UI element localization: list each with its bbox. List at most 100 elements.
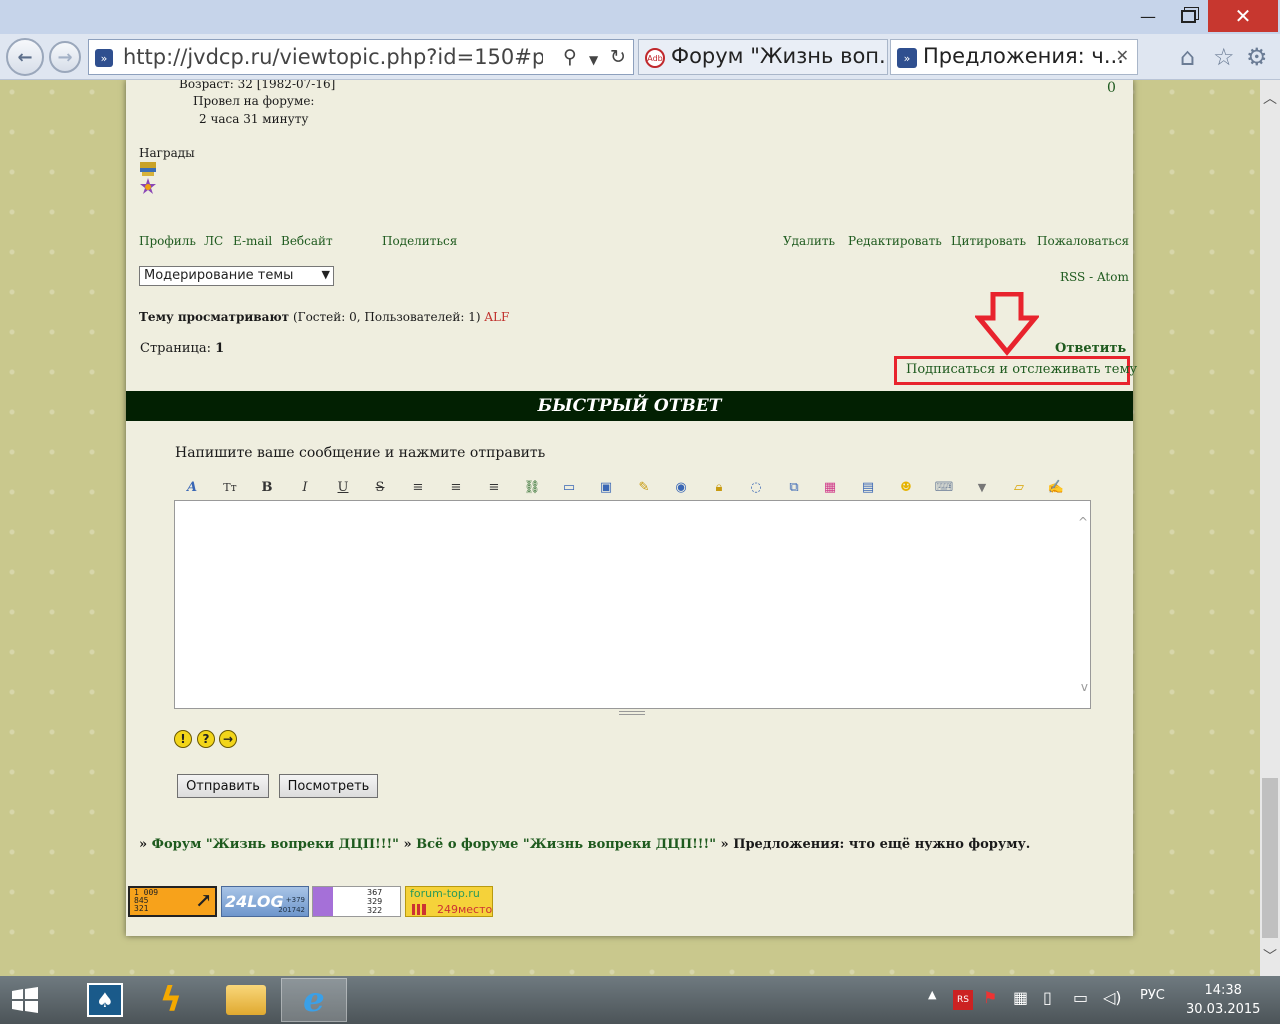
editor-scroll-down-icon[interactable]: v: [1081, 680, 1088, 694]
scrollbar-thumb[interactable]: [1262, 778, 1278, 938]
align-right-icon[interactable]: ≡: [484, 478, 504, 496]
warning-icon[interactable]: !: [174, 730, 192, 748]
cards-icon: ♠: [87, 983, 123, 1017]
strikethrough-icon[interactable]: S: [370, 478, 390, 496]
image-icon[interactable]: ▣: [596, 478, 616, 496]
media-icon[interactable]: ◉: [671, 478, 691, 496]
back-button[interactable]: ←: [6, 38, 44, 76]
resize-grip[interactable]: [619, 711, 645, 715]
quote-bubble-icon[interactable]: ◌: [746, 478, 766, 496]
device-icon[interactable]: ▯: [1043, 988, 1052, 1007]
scroll-down-icon[interactable]: ﹀: [1263, 946, 1277, 966]
pagination-label: Страница:: [140, 341, 212, 356]
smiley-icon[interactable]: ☻: [896, 478, 916, 496]
email-link[interactable]: E-mail: [233, 234, 272, 248]
arrow-right-icon[interactable]: →: [219, 730, 237, 748]
report-link[interactable]: Пожаловаться: [1037, 234, 1129, 248]
website-link[interactable]: Вебсайт: [281, 234, 333, 248]
forward-button[interactable]: →: [49, 41, 81, 73]
dropdown-icon[interactable]: ▼: [589, 53, 598, 67]
forum-top-counter[interactable]: forum-top.ru 249место: [405, 886, 493, 917]
align-left-icon[interactable]: ≡: [408, 478, 428, 496]
network-icon[interactable]: ▭: [1073, 988, 1088, 1007]
close-window-button[interactable]: ✕: [1208, 0, 1278, 32]
font-color-icon[interactable]: A: [182, 478, 202, 496]
page-scrollbar[interactable]: ︿ ﹀: [1260, 80, 1280, 976]
pm-link[interactable]: ЛС: [204, 234, 223, 248]
rss-link[interactable]: RSS - Atom: [1060, 270, 1129, 284]
breadcrumb-sep: »: [720, 837, 729, 852]
color-palette-icon[interactable]: ▦: [820, 478, 840, 496]
home-icon[interactable]: ⌂: [1180, 43, 1195, 71]
reply-link[interactable]: Ответить: [1055, 341, 1126, 356]
winamp-app[interactable]: ϟ: [138, 978, 204, 1022]
folder-icon[interactable]: ▱: [1009, 478, 1029, 496]
clock[interactable]: 14:38 30.03.2015: [1186, 981, 1260, 1019]
chevron-down-icon: ▼: [321, 268, 330, 281]
liveinternet-counter[interactable]: 1 009 845 321 ↗: [128, 886, 217, 917]
rs-tray-icon[interactable]: RS: [953, 990, 973, 1010]
align-center-icon[interactable]: ≡: [446, 478, 466, 496]
forum-top-logo: forum-top.ru: [410, 887, 480, 900]
tab-suggestions[interactable]: » Предложения: ч... ✕: [890, 39, 1138, 75]
help-icon[interactable]: ?: [197, 730, 215, 748]
24log-counter[interactable]: 24LOG +379 201742: [221, 886, 309, 917]
action-center-icon[interactable]: ▦: [1013, 988, 1028, 1007]
link-icon[interactable]: ⛓: [522, 478, 542, 496]
flag-tray-icon[interactable]: ⚑: [983, 988, 997, 1007]
edit-note-icon[interactable]: ✍: [1046, 478, 1066, 496]
url-text[interactable]: http://jvdcp.ru/viewtopic.php?id=150#p11: [123, 45, 543, 69]
counter-value: +379: [285, 896, 305, 904]
user-age: Возраст: 32 [1982-07-16]: [179, 80, 336, 91]
search-icon[interactable]: ⚲: [563, 46, 577, 68]
profile-link[interactable]: Профиль: [139, 234, 196, 248]
lightning-icon: ϟ: [159, 980, 183, 1020]
book-icon[interactable]: ▭: [559, 478, 579, 496]
share-link[interactable]: Поделиться: [382, 234, 457, 248]
close-tab-icon[interactable]: ✕: [1116, 46, 1129, 65]
moderation-select[interactable]: Модерирование темы ▼: [139, 266, 334, 286]
maximize-button[interactable]: [1166, 0, 1210, 32]
start-button[interactable]: [0, 978, 50, 1022]
favorites-star-icon[interactable]: ☆: [1213, 43, 1235, 71]
preview-button[interactable]: Посмотреть: [279, 774, 378, 798]
breadcrumb-section-link[interactable]: Всё о форуме "Жизнь вопреки ДЦП!!!": [416, 837, 716, 852]
quote-link[interactable]: Цитировать: [951, 234, 1026, 248]
volume-icon[interactable]: ◁): [1103, 988, 1122, 1007]
minimize-button[interactable]: —: [1126, 0, 1170, 32]
submit-button[interactable]: Отправить: [177, 774, 269, 798]
scroll-up-icon[interactable]: ︿: [1263, 88, 1277, 108]
underline-icon[interactable]: U: [333, 478, 353, 496]
refresh-icon[interactable]: ↻: [610, 46, 626, 68]
settings-gear-icon[interactable]: ⚙: [1246, 43, 1268, 71]
language-indicator[interactable]: РУС: [1140, 988, 1165, 1003]
yandex-metrika-counter[interactable]: 367 329 322: [312, 886, 401, 917]
subscribe-link[interactable]: Подписаться и отслеживать тему: [906, 362, 1137, 377]
award-star-icon[interactable]: [139, 178, 157, 194]
table-icon[interactable]: ▤: [858, 478, 878, 496]
show-hidden-icons[interactable]: ▲: [928, 988, 936, 1001]
editor-scroll-up-icon[interactable]: ^: [1078, 515, 1088, 529]
more-dropdown-icon[interactable]: ▼: [972, 478, 992, 496]
font-size-icon[interactable]: Tт: [220, 478, 240, 496]
viewer-user-link[interactable]: ALF: [484, 310, 509, 324]
counter-value: 329: [367, 897, 383, 906]
bold-icon[interactable]: B: [257, 478, 277, 496]
internet-explorer-app[interactable]: e: [281, 978, 347, 1022]
award-medal-icon[interactable]: [139, 162, 157, 178]
message-textarea[interactable]: ^ v: [174, 500, 1091, 709]
code-icon[interactable]: ⧉: [784, 478, 804, 496]
tab-forum[interactable]: Adb Форум "Жизнь воп...: [638, 39, 888, 75]
italic-icon[interactable]: I: [295, 478, 315, 496]
keyboard-icon[interactable]: ⌨: [934, 478, 954, 496]
edit-link[interactable]: Редактировать: [848, 234, 942, 248]
down-arrow-annotation-icon: [975, 292, 1039, 356]
lock-icon[interactable]: 🔒︎: [709, 478, 729, 496]
viewers-details: (Гостей: 0, Пользователей: 1): [292, 310, 481, 324]
breadcrumb-forum-link[interactable]: Форум "Жизнь вопреки ДЦП!!!": [152, 837, 399, 852]
address-bar[interactable]: » http://jvdcp.ru/viewtopic.php?id=150#p…: [88, 39, 634, 75]
delete-link[interactable]: Удалить: [783, 234, 835, 248]
highlight-icon[interactable]: ✎: [634, 478, 654, 496]
file-explorer-app[interactable]: [213, 978, 279, 1022]
solitaire-app[interactable]: ♠: [72, 978, 138, 1022]
